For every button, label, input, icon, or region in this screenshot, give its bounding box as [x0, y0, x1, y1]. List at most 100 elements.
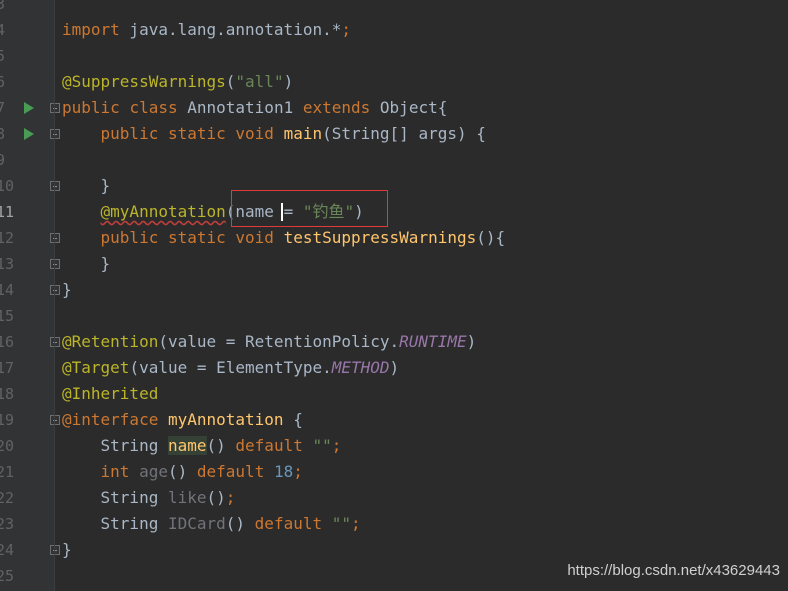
punctuation: }	[62, 540, 72, 559]
line-number: 6	[0, 73, 6, 91]
line-number: 22	[0, 489, 15, 507]
punctuation: ;	[331, 436, 342, 455]
fold-toggle-icon[interactable]	[50, 103, 60, 113]
annotation: @Inherited	[62, 384, 159, 403]
punctuation: ()	[225, 514, 246, 533]
type-name: String	[100, 514, 168, 533]
fold-toggle-icon[interactable]	[50, 545, 60, 555]
member-name: name	[167, 436, 207, 455]
keyword: class	[129, 98, 178, 117]
code-line: String like();	[62, 485, 236, 511]
fold-toggle-icon[interactable]	[50, 181, 60, 191]
text-caret	[281, 203, 283, 221]
fold-toggle-icon[interactable]	[50, 285, 60, 295]
keyword: import	[62, 20, 120, 39]
keyword: int	[100, 462, 130, 481]
fold-toggle-icon[interactable]	[50, 259, 60, 269]
string-literal: ""	[312, 436, 332, 455]
keyword: default	[254, 514, 323, 533]
keyword: public	[100, 124, 159, 143]
code-line: public static void testSuppressWarnings(…	[62, 225, 506, 251]
class-name: Annotation1	[177, 98, 303, 117]
type-name: String	[100, 436, 168, 455]
punctuation: ()	[206, 436, 226, 455]
line-number: 3	[0, 0, 6, 13]
fold-toggle-icon[interactable]	[50, 129, 60, 139]
identifier: (value =	[129, 358, 217, 377]
line-number: 5	[0, 47, 6, 65]
enum-constant: RUNTIME	[399, 332, 467, 351]
gutter-divider	[54, 0, 55, 591]
keyword: extends	[302, 98, 371, 117]
line-number: 21	[0, 463, 15, 481]
line-number: 23	[0, 515, 15, 533]
code-line: @SuppressWarnings("all")	[62, 69, 293, 95]
line-number: 24	[0, 541, 15, 559]
member-name-unused: IDCard	[167, 514, 226, 533]
punctuation: ;	[341, 20, 351, 39]
annotation: @SuppressWarnings	[62, 72, 226, 91]
interface-name: myAnnotation	[167, 410, 284, 429]
annotation: @Retention	[62, 332, 159, 351]
keyword: void	[235, 228, 274, 247]
annotation-error: @myAnnotation	[100, 202, 226, 221]
string-literal: "all"	[235, 72, 284, 91]
method-name: testSuppressWarnings	[283, 228, 477, 247]
code-line: int age() default 18;	[62, 459, 303, 485]
fold-toggle-icon[interactable]	[50, 415, 60, 425]
keyword: public	[100, 228, 159, 247]
punctuation: ()	[167, 462, 188, 481]
run-main-icon[interactable]	[24, 128, 34, 140]
code-line: import java.lang.annotation.*;	[62, 17, 351, 43]
identifier: java.lang.annotation.*	[119, 20, 342, 39]
punctuation: )	[466, 332, 477, 351]
punctuation: )	[283, 72, 294, 91]
method-name: main	[283, 124, 323, 143]
run-class-icon[interactable]	[24, 102, 34, 114]
punctuation: ;	[225, 488, 236, 507]
line-number: 9	[0, 151, 6, 169]
line-number: 4	[0, 21, 6, 39]
punctuation: }	[100, 176, 111, 195]
code-line: @Target(value = ElementType.METHOD)	[62, 355, 399, 381]
line-number: 14	[0, 281, 15, 299]
punctuation: (){	[476, 228, 506, 247]
highlight-annotation-box	[231, 190, 388, 227]
identifier: ElementType.	[216, 358, 332, 377]
punctuation: {	[283, 410, 303, 429]
identifier: (value =	[158, 332, 246, 351]
line-number: 25	[0, 567, 15, 585]
member-name-unused: age	[139, 462, 168, 481]
code-line: }	[62, 173, 111, 199]
code-line: @interface myAnnotation {	[62, 407, 303, 433]
identifier: (String[] args) {	[322, 124, 486, 143]
code-line: }	[62, 537, 72, 563]
keyword: default	[235, 436, 303, 455]
line-number: 17	[0, 359, 15, 377]
fold-toggle-icon[interactable]	[50, 233, 60, 243]
code-line: String name() default "";	[62, 433, 341, 459]
keyword: static	[167, 228, 226, 247]
line-number: 10	[0, 177, 15, 195]
keyword: default	[196, 462, 265, 481]
code-line: public class Annotation1 extends Object{	[62, 95, 447, 121]
line-number: 13	[0, 255, 15, 273]
fold-toggle-icon[interactable]	[50, 337, 60, 347]
keyword: public	[62, 98, 120, 117]
keyword: @interface	[62, 410, 159, 429]
identifier: Object{	[370, 98, 448, 117]
code-line: String IDCard() default "";	[62, 511, 361, 537]
punctuation: ;	[293, 462, 303, 481]
punctuation: ;	[351, 514, 361, 533]
line-number: 8	[0, 125, 6, 143]
code-line: }	[62, 277, 72, 303]
code-line: @Inherited	[62, 381, 158, 407]
type-name: String	[100, 488, 168, 507]
identifier: RetentionPolicy.	[245, 332, 400, 351]
string-literal: ""	[331, 514, 352, 533]
line-number: 18	[0, 385, 15, 403]
line-number: 16	[0, 333, 15, 351]
enum-constant: METHOD	[331, 358, 390, 377]
keyword: void	[235, 124, 274, 143]
punctuation: ()	[206, 488, 226, 507]
